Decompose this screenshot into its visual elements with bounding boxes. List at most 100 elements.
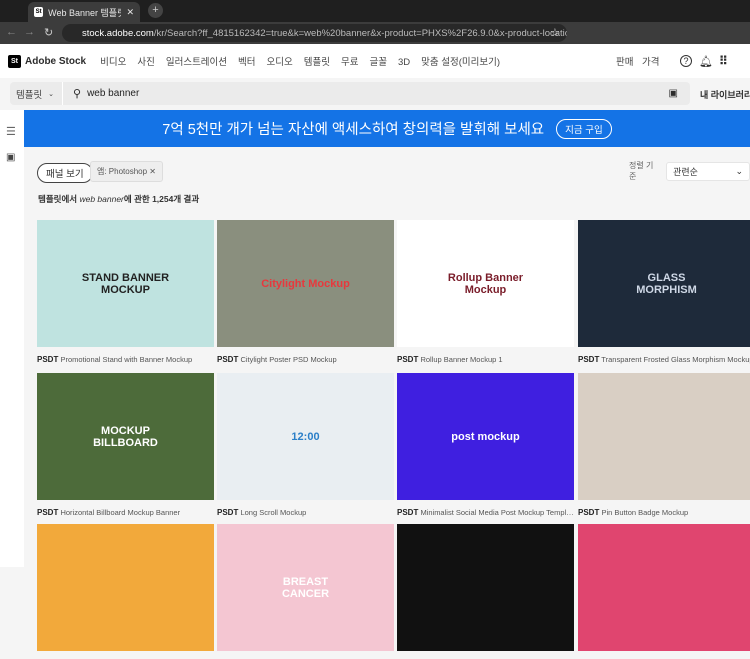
remove-filter-icon[interactable]: ✕ <box>149 167 156 176</box>
result-thumbnail[interactable]: MOCKUP BILLBOARD <box>37 373 214 500</box>
result-caption[interactable]: PSDT Transparent Frosted Glass Morphism … <box>578 355 750 364</box>
nav-illustration[interactable]: 일러스트레이션 <box>166 57 227 68</box>
nav-personalize[interactable]: 맞춤 설정(미리보기) <box>421 57 500 68</box>
sort-label: 정렬 기준 <box>629 161 654 181</box>
help-icon[interactable]: ? <box>680 55 692 67</box>
browser-tab-bar: St Web Banner 템플릿 – 찾아보기 ✕ + <box>0 0 750 22</box>
left-sidebar: ☰ ▣ <box>0 110 24 567</box>
result-thumbnail[interactable]: post mockup <box>397 373 574 500</box>
url-path: /kr/Search?ff_4815162342=true&k=web%20ba… <box>153 27 567 39</box>
buy-now-button[interactable]: 지금 구입 <box>556 118 612 139</box>
tab-title: Web Banner 템플릿 – 찾아보기 <box>48 7 122 18</box>
result-card[interactable]: GLASS MORPHISM PSDT Transparent Frosted … <box>578 220 750 364</box>
result-caption[interactable]: PSDT Minimalist Social Media Post Mockup… <box>397 508 574 517</box>
result-caption[interactable]: PSDT Promotional Stand with Banner Mocku… <box>37 355 214 364</box>
result-card[interactable]: PSDT Pin Button Badge Mockup <box>578 373 750 517</box>
nav-vector[interactable]: 벡터 <box>238 57 255 68</box>
url-host: stock.adobe.com <box>82 27 154 39</box>
sort-value: 관련순 <box>673 166 698 177</box>
promo-banner: 7억 5천만 개가 넘는 자산에 액세스하여 창의력을 발휘해 보세요 지금 구… <box>24 110 750 147</box>
my-library-button[interactable]: 내 라이브러리 ⌄ <box>700 88 750 101</box>
result-title: Citylight Poster PSD Mockup <box>240 355 337 364</box>
result-thumbnail[interactable] <box>578 373 750 500</box>
search-input[interactable] <box>87 88 648 99</box>
sort-dropdown[interactable]: 관련순 ⌄ <box>666 161 750 181</box>
result-thumbnail[interactable] <box>578 524 750 651</box>
result-title: Minimalist Social Media Post Mockup Temp… <box>420 508 574 517</box>
result-thumbnail[interactable]: Citylight Mockup <box>217 220 394 347</box>
result-thumbnail[interactable]: 12:00 <box>217 373 394 500</box>
apps-grid-icon[interactable]: ⠿ <box>719 54 728 68</box>
result-card[interactable]: Citylight Mockup PSDT Citylight Poster P… <box>217 220 394 364</box>
thumbnail-overlay-text: Citylight Mockup <box>261 277 350 290</box>
asset-type-dropdown[interactable]: 템플릿 ⌄ <box>10 82 63 105</box>
nav-audio[interactable]: 오디오 <box>267 57 293 68</box>
result-title: Rollup Banner Mockup 1 <box>420 355 503 364</box>
filter-chip-label: 앱: Photoshop <box>97 167 148 176</box>
chevron-down-icon: ⌄ <box>735 165 743 176</box>
result-type: PSDT <box>397 355 419 364</box>
my-library-label: 내 라이브러리 <box>700 90 750 100</box>
filters-icon[interactable]: ☰ <box>6 125 16 138</box>
result-caption[interactable]: PSDT Horizontal Billboard Mockup Banner <box>37 508 214 517</box>
result-type: PSDT <box>217 355 239 364</box>
bookmark-star-icon[interactable]: ☆ <box>550 26 560 39</box>
nav-free[interactable]: 무료 <box>341 57 358 68</box>
nav-fonts[interactable]: 글꼴 <box>369 57 386 68</box>
url-field[interactable]: stock.adobe.com/kr/Search?ff_4815162342=… <box>62 24 567 42</box>
results-query: web banner <box>79 194 124 204</box>
result-card[interactable]: post mockup PSDT Minimalist Social Media… <box>397 373 574 517</box>
result-thumbnail[interactable] <box>37 524 214 651</box>
result-thumbnail[interactable]: BREAST CANCER <box>217 524 394 651</box>
result-title: Long Scroll Mockup <box>240 508 307 517</box>
search-bar: 템플릿 ⌄ ⚲ ▣ <box>10 82 690 105</box>
back-icon[interactable]: ← <box>6 26 17 38</box>
visual-search-sidebar-icon[interactable]: ▣ <box>6 152 15 163</box>
sort-control: 정렬 기준 관련순 ⌄ <box>629 160 750 182</box>
result-caption[interactable]: PSDT Long Scroll Mockup <box>217 508 394 517</box>
browser-tab[interactable]: St Web Banner 템플릿 – 찾아보기 ✕ <box>28 2 140 22</box>
thumbnail-overlay-text: MOCKUP BILLBOARD <box>93 424 158 449</box>
nav-templates[interactable]: 템플릿 <box>304 57 330 68</box>
show-panel-button[interactable]: 패널 보기 <box>37 163 93 183</box>
forward-icon[interactable]: → <box>24 26 35 38</box>
nav-sell[interactable]: 판매 <box>616 54 633 68</box>
promo-text: 7억 5천만 개가 넘는 자산에 액세스하여 창의력을 발휘해 보세요 <box>162 122 545 138</box>
result-thumbnail[interactable]: STAND BANNER MOCKUP <box>37 220 214 347</box>
main-nav: 비디오 사진 일러스트레이션 벡터 오디오 템플릿 무료 글꼴 3D 맞춤 설정(미리보기) <box>100 54 511 68</box>
result-card[interactable] <box>37 524 214 659</box>
result-card[interactable] <box>397 524 574 659</box>
thumbnail-overlay-text: BREAST CANCER <box>281 575 330 600</box>
result-thumbnail[interactable]: Rollup Banner Mockup <box>397 220 574 347</box>
result-card[interactable] <box>578 524 750 659</box>
result-card[interactable]: BREAST CANCER <box>217 524 394 659</box>
thumbnail-overlay-text: 12:00 <box>291 430 320 443</box>
result-thumbnail[interactable] <box>397 524 574 651</box>
visual-search-icon[interactable]: ▣ <box>669 88 678 99</box>
result-thumbnail[interactable]: GLASS MORPHISM <box>578 220 750 347</box>
thumbnail-overlay-text: STAND BANNER MOCKUP <box>81 271 170 296</box>
nav-photo[interactable]: 사진 <box>137 57 154 68</box>
logo-mark: St <box>8 54 21 68</box>
result-card[interactable]: 12:00 PSDT Long Scroll Mockup <box>217 373 394 517</box>
result-type: PSDT <box>578 355 600 364</box>
reload-icon[interactable]: ↻ <box>44 26 53 39</box>
result-card[interactable]: Rollup Banner Mockup PSDT Rollup Banner … <box>397 220 574 364</box>
result-card[interactable]: MOCKUP BILLBOARD PSDT Horizontal Billboa… <box>37 373 214 517</box>
nav-video[interactable]: 비디오 <box>100 57 126 68</box>
result-caption[interactable]: PSDT Pin Button Badge Mockup <box>578 508 750 517</box>
close-tab-icon[interactable]: ✕ <box>126 7 134 18</box>
result-caption[interactable]: PSDT Rollup Banner Mockup 1 <box>397 355 574 364</box>
results-count: 템플릿에서 web banner에 관한 1,254개 결과 <box>38 193 199 205</box>
bell-icon[interactable]: 🔔︎ <box>699 55 713 68</box>
result-caption[interactable]: PSDT Citylight Poster PSD Mockup <box>217 355 394 364</box>
nav-3d[interactable]: 3D <box>398 57 410 68</box>
filter-chip-photoshop[interactable]: 앱: Photoshop ✕ <box>90 161 163 182</box>
nav-pricing[interactable]: 가격 <box>642 54 659 68</box>
logo-text: Adobe Stock <box>25 55 87 67</box>
search-icon: ⚲ <box>73 88 82 100</box>
adobe-stock-logo[interactable]: St Adobe Stock <box>8 54 87 68</box>
result-card[interactable]: STAND BANNER MOCKUP PSDT Promotional Sta… <box>37 220 214 364</box>
new-tab-button[interactable]: + <box>148 3 163 18</box>
result-type: PSDT <box>578 508 600 517</box>
